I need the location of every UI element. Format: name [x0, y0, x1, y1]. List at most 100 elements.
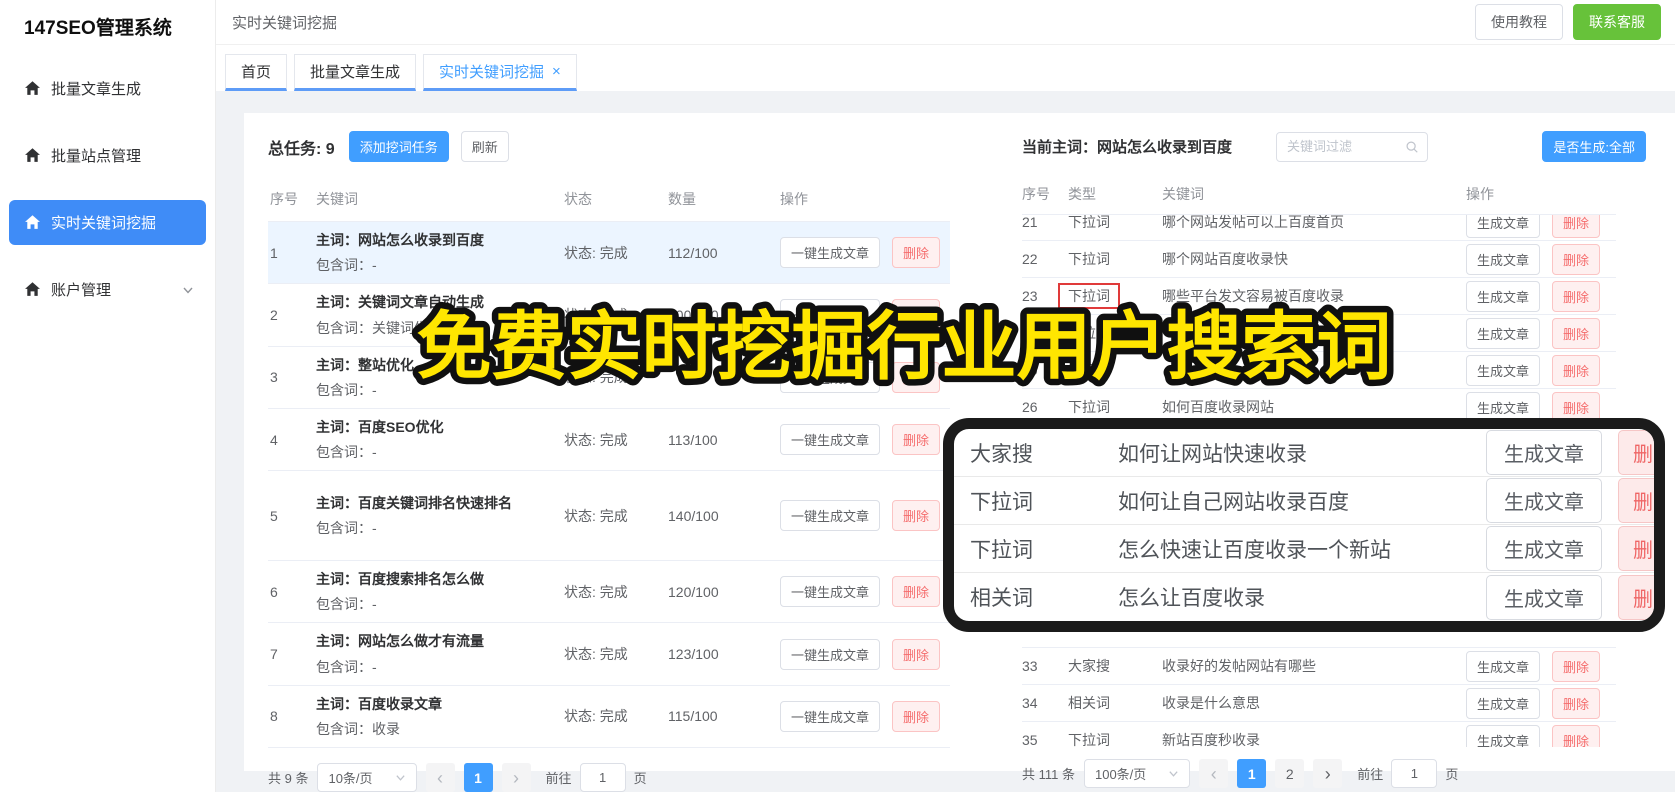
generate-article-button[interactable]: 一键生成文章	[780, 576, 881, 608]
delete-keyword-button[interactable]: 删除	[1552, 280, 1601, 312]
generate-article-button[interactable]: 生成文章	[1466, 650, 1541, 682]
main-area: 实时关键词挖掘 使用教程 联系客服 首页 批量文章生成 实时关键词挖掘 × 总任…	[216, 0, 1675, 792]
page-size-select[interactable]: 100条/页	[1083, 759, 1191, 788]
sidebar-item-realtime-keyword[interactable]: 实时关键词挖掘	[9, 200, 206, 245]
keyword-row[interactable]: 24 下拉词 生成文章 删除	[1022, 315, 1616, 352]
sidebar: 147SEO管理系统 批量文章生成 批量站点管理 实时关键词挖掘 账户管理	[0, 0, 216, 792]
page-number-button[interactable]: 1	[463, 763, 493, 792]
task-row[interactable]: 7 主词：网站怎么做才有流量 包含词：- 状态: 完成 123/100 一键生成文…	[268, 623, 950, 686]
total-tasks-label: 总任务: 9	[268, 140, 335, 158]
keyword-row[interactable]: 21 下拉词 哪个网站发帖可以上百度首页 生成文章 删除	[1022, 215, 1616, 241]
goto-label: 前往	[1357, 767, 1384, 782]
sidebar-item-label: 批量站点管理	[51, 148, 142, 165]
delete-task-button[interactable]: 删除	[892, 576, 941, 608]
generate-article-button[interactable]: 一键生成文章	[780, 361, 881, 393]
generate-article-button[interactable]: 生成文章	[1466, 215, 1541, 238]
next-page-button[interactable]: ›	[1313, 759, 1343, 788]
generate-article-button[interactable]: 一键生成文章	[780, 237, 881, 269]
chevron-left-icon: ‹	[1210, 763, 1217, 784]
topbar: 实时关键词挖掘 使用教程 联系客服	[216, 0, 1675, 45]
task-row[interactable]: 1 主词：网站怎么收录到百度 包含词：- 状态: 完成 112/100 一键生成文…	[268, 222, 950, 285]
delete-keyword-button[interactable]: 删除	[1552, 215, 1601, 238]
task-row[interactable]: 5 主词：百度关键词排名快速排名 包含词：- 状态: 完成 140/100 一键生…	[268, 471, 950, 562]
prev-page-button[interactable]: ‹	[425, 763, 455, 792]
generate-article-button[interactable]: 生成文章	[1466, 724, 1541, 747]
tasks-panel: 总任务: 9 添加挖词任务 刷新 序号 关键词 状态 数量 操作 1 主词：网站…	[268, 131, 950, 792]
delete-task-button[interactable]: 删除	[892, 700, 941, 732]
breadcrumb: 实时关键词挖掘	[232, 14, 338, 32]
goto-page-input[interactable]	[579, 763, 626, 792]
home-icon	[24, 281, 41, 298]
delete-keyword-button: 删除	[1618, 526, 1654, 571]
generate-article-button[interactable]: 一键生成文章	[780, 500, 881, 532]
delete-keyword-button[interactable]: 删除	[1552, 354, 1601, 386]
generate-article-button[interactable]: 一键生成文章	[780, 638, 881, 670]
tasks-toolbar: 总任务: 9 添加挖词任务 刷新	[268, 131, 950, 162]
generate-article-button[interactable]: 一键生成文章	[780, 299, 881, 331]
sidebar-item-batch-article[interactable]: 批量文章生成	[9, 66, 206, 111]
task-row[interactable]: 6 主词：百度搜索排名怎么做 包含词：- 状态: 完成 120/100 一键生成文…	[268, 561, 950, 624]
page-number-button[interactable]: 2	[1275, 759, 1305, 788]
tab-batch-article[interactable]: 批量文章生成	[294, 54, 417, 91]
sidebar-item-label: 实时关键词挖掘	[51, 215, 157, 232]
delete-keyword-button[interactable]: 删除	[1552, 650, 1601, 682]
delete-task-button[interactable]: 删除	[892, 299, 941, 331]
help-button[interactable]: 使用教程	[1475, 4, 1563, 40]
delete-task-button[interactable]: 删除	[892, 638, 941, 670]
delete-keyword-button[interactable]: 删除	[1552, 243, 1601, 275]
generate-article-button[interactable]: 生成文章	[1466, 317, 1541, 349]
generate-article-button: 生成文章	[1486, 526, 1602, 571]
close-tab-icon[interactable]: ×	[552, 63, 561, 80]
generate-article-button[interactable]: 生成文章	[1466, 687, 1541, 719]
delete-task-button[interactable]: 删除	[892, 237, 941, 269]
sidebar-item-account[interactable]: 账户管理	[9, 267, 206, 312]
generate-filter-button[interactable]: 是否生成:全部	[1542, 131, 1646, 162]
tab-realtime-keyword[interactable]: 实时关键词挖掘 ×	[423, 54, 577, 91]
chevron-right-icon: ›	[513, 767, 520, 788]
chevron-down-icon	[182, 284, 194, 296]
keyword-row[interactable]: 22 下拉词 哪个网站百度收录快 生成文章 删除	[1022, 241, 1616, 278]
goto-page-input[interactable]	[1391, 759, 1438, 788]
delete-keyword-button[interactable]: 删除	[1552, 317, 1601, 349]
page-size-select[interactable]: 10条/页	[317, 763, 417, 792]
generate-article-button[interactable]: 一键生成文章	[780, 700, 881, 732]
generate-article-button[interactable]: 生成文章	[1466, 280, 1541, 312]
goto-label: 前往	[545, 771, 572, 787]
keyword-row[interactable]: 25 大家搜 生成文章 删除	[1022, 352, 1616, 389]
contact-support-button[interactable]: 联系客服	[1573, 4, 1661, 40]
refresh-button[interactable]: 刷新	[460, 131, 509, 162]
keyword-row[interactable]: 35 下拉词 新站百度秒收录 生成文章 删除	[1022, 722, 1616, 747]
generate-article-button[interactable]: 一键生成文章	[780, 424, 881, 456]
delete-keyword-button[interactable]: 删除	[1552, 687, 1601, 719]
delete-keyword-button: 删除	[1618, 430, 1654, 475]
keyword-row[interactable]: 23 下拉词 哪些平台发文容易被百度收录 生成文章 删除	[1022, 278, 1616, 315]
total-count-label: 共 9 条	[268, 771, 309, 787]
page-unit-label: 页	[633, 771, 647, 787]
keyword-row[interactable]: 33 大家搜 收录好的发帖网站有哪些 生成文章 删除	[1022, 648, 1616, 685]
generate-article-button[interactable]: 生成文章	[1466, 354, 1541, 386]
keywords-table-header: 序号 类型 关键词 操作	[1022, 176, 1616, 215]
task-row[interactable]: 8 主词：百度收录文章 包含词：收录 状态: 完成 115/100 一键生成文章 …	[268, 686, 950, 749]
delete-keyword-button[interactable]: 删除	[1552, 724, 1601, 747]
page-number-button[interactable]: 1	[1237, 759, 1267, 788]
tasks-pagination: 共 9 条 10条/页 ‹ 1 › 前往 页	[268, 763, 950, 792]
keyword-filter-input[interactable]	[1287, 139, 1406, 154]
home-icon	[24, 214, 41, 231]
sidebar-item-batch-site[interactable]: 批量站点管理	[9, 133, 206, 178]
next-page-button[interactable]: ›	[501, 763, 531, 792]
task-row[interactable]: 3 主词：整站优化 包含词：- 状态: 完成 一键生成文章 删除	[268, 347, 950, 409]
inset-keyword-row: 下拉词 怎么快速让百度收录一个新站 生成文章 删除	[954, 525, 1654, 573]
current-keyword-label: 当前主词：网站怎么收录到百度	[1022, 139, 1233, 156]
add-task-button[interactable]: 添加挖词任务	[348, 131, 449, 162]
prev-page-button[interactable]: ‹	[1199, 759, 1229, 788]
delete-task-button[interactable]: 删除	[892, 361, 941, 393]
generate-article-button[interactable]: 生成文章	[1466, 243, 1541, 275]
keyword-row[interactable]: 34 相关词 收录是什么意思 生成文章 删除	[1022, 685, 1616, 722]
generate-article-button: 生成文章	[1486, 478, 1602, 523]
tab-home[interactable]: 首页	[225, 54, 288, 91]
delete-task-button[interactable]: 删除	[892, 500, 941, 532]
delete-task-button[interactable]: 删除	[892, 424, 941, 456]
task-row[interactable]: 4 主词：百度SEO优化 包含词：- 状态: 完成 113/100 一键生成文章 …	[268, 409, 950, 472]
total-count-label: 共 111 条	[1022, 767, 1075, 782]
task-row[interactable]: 2 主词：关键词文章自动生成 包含词：关键词生成 状态: 完成 100/100 一…	[268, 284, 950, 347]
